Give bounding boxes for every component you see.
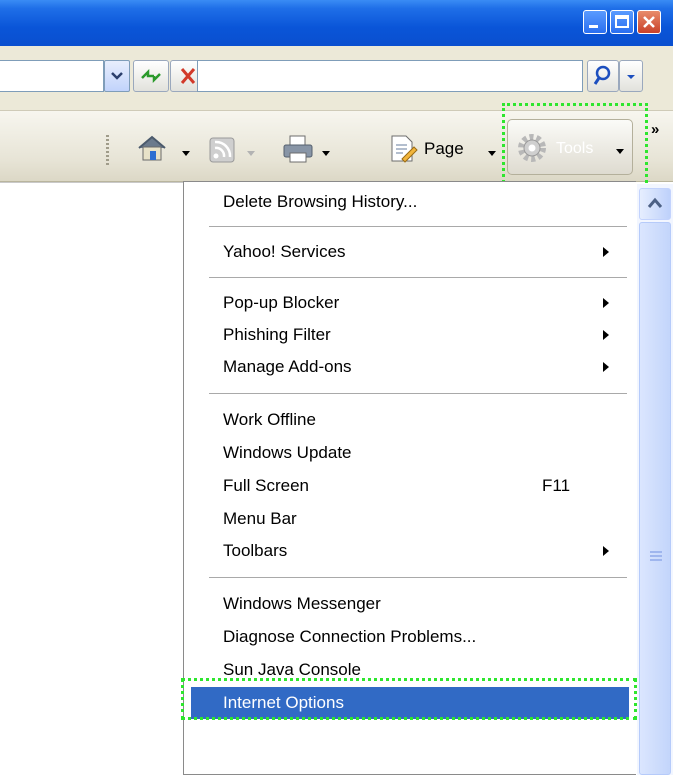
menu-item-label: Pop-up Blocker: [223, 293, 340, 312]
menu-item-label: Diagnose Connection Problems...: [223, 627, 477, 646]
menu-item-sun-java-console[interactable]: Sun Java Console: [184, 654, 636, 686]
tools-button[interactable]: Tools: [507, 119, 633, 175]
toolbar-overflow-chevron[interactable]: »: [651, 121, 659, 138]
search-input[interactable]: [197, 60, 583, 92]
page-dropdown-icon[interactable]: [488, 151, 496, 156]
submenu-arrow-icon: [603, 362, 609, 372]
vertical-scrollbar[interactable]: [637, 184, 673, 775]
maximize-icon[interactable]: [610, 10, 634, 34]
menu-item-diagnose-connection-problems[interactable]: Diagnose Connection Problems...: [184, 621, 636, 653]
menu-separator: [209, 226, 627, 227]
menu-item-label: Delete Browsing History...: [223, 192, 418, 211]
close-icon[interactable]: [637, 10, 661, 34]
menu-item-label: Full Screen: [223, 476, 309, 495]
feeds-icon: [209, 137, 235, 168]
menu-item-label: Manage Add-ons: [223, 357, 352, 376]
menu-separator: [209, 393, 627, 394]
dropdown-arrow-icon[interactable]: [104, 60, 130, 92]
menu-item-toolbars[interactable]: Toolbars: [184, 535, 636, 567]
menu-item-label: Internet Options: [223, 693, 344, 712]
address-input[interactable]: [0, 60, 104, 92]
menu-item-manage-add-ons[interactable]: Manage Add-ons: [184, 351, 636, 383]
tools-menu: Delete Browsing History... Yahoo! Servic…: [183, 181, 636, 775]
feeds-dropdown-icon: [247, 151, 255, 156]
menu-item-windows-update[interactable]: Windows Update: [184, 437, 636, 469]
tools-dropdown-icon: [616, 149, 624, 154]
menu-item-label: Yahoo! Services: [223, 242, 346, 261]
submenu-arrow-icon: [603, 546, 609, 556]
search-options-icon[interactable]: [619, 60, 643, 92]
search-icon[interactable]: [587, 60, 619, 92]
menu-item-work-offline[interactable]: Work Offline: [184, 404, 636, 436]
menu-item-full-screen[interactable]: Full Screen F11: [184, 470, 636, 502]
scroll-thumb[interactable]: [639, 222, 671, 775]
menu-item-label: Menu Bar: [223, 509, 297, 528]
minimize-icon[interactable]: [583, 10, 607, 34]
scroll-up-button[interactable]: [639, 188, 671, 220]
menu-item-label: Work Offline: [223, 410, 316, 429]
home-dropdown-icon[interactable]: [182, 151, 190, 156]
refresh-icon[interactable]: [133, 60, 169, 92]
home-icon[interactable]: [136, 133, 168, 168]
page-menu-label[interactable]: Page: [424, 139, 464, 159]
menu-item-menu-bar[interactable]: Menu Bar: [184, 503, 636, 535]
menu-item-delete-browsing-history[interactable]: Delete Browsing History...: [184, 186, 636, 218]
print-dropdown-icon[interactable]: [322, 151, 330, 156]
submenu-arrow-icon: [603, 247, 609, 257]
address-bar: [0, 46, 673, 111]
menu-item-label: Windows Messenger: [223, 594, 381, 613]
title-bar: [0, 0, 673, 46]
print-icon[interactable]: [281, 133, 315, 170]
menu-item-yahoo-services[interactable]: Yahoo! Services: [184, 236, 636, 268]
submenu-arrow-icon: [603, 298, 609, 308]
page-content: [0, 182, 183, 776]
thumb-grip-icon: [650, 551, 662, 563]
menu-item-shortcut: F11: [542, 476, 571, 495]
menu-separator: [209, 277, 627, 278]
menu-separator: [209, 577, 627, 578]
menu-item-label: Sun Java Console: [223, 660, 361, 679]
menu-item-label: Phishing Filter: [223, 325, 331, 344]
submenu-arrow-icon: [603, 330, 609, 340]
menu-item-label: Windows Update: [223, 443, 352, 462]
menu-item-internet-options[interactable]: Internet Options: [191, 687, 629, 719]
tools-button-label: Tools: [556, 140, 594, 157]
menu-item-label: Toolbars: [223, 541, 288, 560]
menu-item-phishing-filter[interactable]: Phishing Filter: [184, 319, 636, 351]
gear-icon: [516, 132, 548, 169]
menu-item-windows-messenger[interactable]: Windows Messenger: [184, 588, 636, 620]
toolbar-grip[interactable]: [106, 135, 109, 167]
menu-item-popup-blocker[interactable]: Pop-up Blocker: [184, 287, 636, 319]
page-icon[interactable]: [388, 133, 418, 170]
command-bar: Page Tools »: [0, 111, 673, 182]
